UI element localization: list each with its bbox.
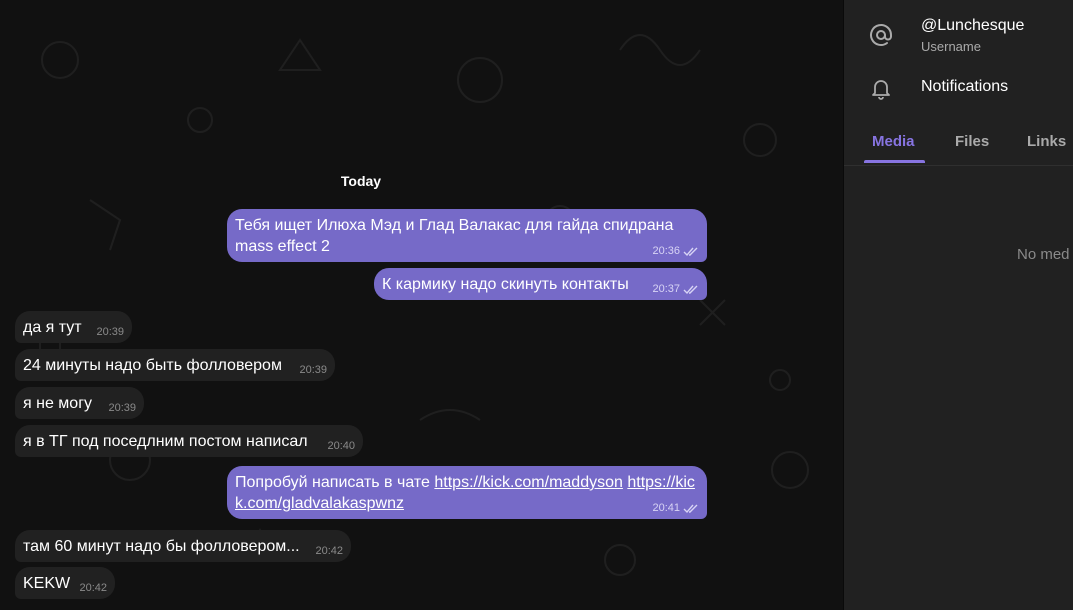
- username-row[interactable]: @Lunchesque Username: [844, 8, 1073, 64]
- message-time: 20:36: [652, 245, 680, 257]
- message-text: Попробуй написать в чате: [235, 474, 435, 491]
- double-check-icon: [683, 247, 699, 257]
- username-label: Username: [921, 39, 981, 54]
- message-text: К кармику надо скинуть контакты: [382, 276, 629, 293]
- message-incoming[interactable]: KEKW 20:42: [15, 567, 115, 599]
- active-tab-indicator: [864, 160, 925, 163]
- message-time: 20:42: [79, 582, 107, 594]
- message-outgoing[interactable]: К кармику надо скинуть контакты 20:37: [374, 268, 707, 300]
- shared-media-tabs: Media Files Links: [844, 125, 1073, 166]
- notifications-label: Notifications: [921, 78, 1009, 95]
- tab-links[interactable]: Links: [1027, 132, 1066, 152]
- message-meta: 20:40: [327, 440, 355, 453]
- username-value: @Lunchesque: [921, 17, 1025, 34]
- message-meta: 20:42: [315, 545, 343, 558]
- message-link[interactable]: https://kick.com/maddyson: [434, 474, 623, 491]
- empty-media-text: No med: [1017, 246, 1070, 263]
- date-separator: Today: [340, 173, 382, 189]
- message-incoming[interactable]: да я тут 20:39: [15, 311, 132, 343]
- message-text: да я тут: [23, 319, 82, 336]
- message-meta: 20:39: [108, 402, 136, 415]
- tab-files[interactable]: Files: [955, 132, 989, 152]
- message-time: 20:42: [315, 545, 343, 557]
- message-outgoing[interactable]: Попробуй написать в чате https://kick.co…: [227, 466, 707, 519]
- message-meta: 20:36: [652, 245, 699, 258]
- message-outgoing[interactable]: Тебя ищет Илюха Мэд и Глад Валакас для г…: [227, 209, 707, 262]
- message-meta: 20:39: [299, 364, 327, 377]
- message-meta: 20:39: [96, 326, 124, 339]
- tab-media[interactable]: Media: [872, 132, 915, 152]
- message-time: 20:41: [652, 502, 680, 514]
- message-text: 24 минуты надо быть фолловером: [23, 357, 282, 374]
- message-time: 20:39: [96, 326, 124, 338]
- message-meta: 20:41: [652, 502, 699, 515]
- telegram-window: Today Тебя ищет Илюха Мэд и Глад Валакас…: [0, 0, 1073, 610]
- notifications-row[interactable]: Notifications: [844, 60, 1073, 116]
- message-incoming[interactable]: там 60 минут надо бы фолловером... 20:42: [15, 530, 351, 562]
- at-icon: [869, 23, 893, 47]
- message-incoming[interactable]: я не могу 20:39: [15, 387, 144, 419]
- double-check-icon: [683, 285, 699, 295]
- message-incoming[interactable]: 24 минуты надо быть фолловером 20:39: [15, 349, 335, 381]
- message-time: 20:39: [299, 364, 327, 376]
- message-text: там 60 минут надо бы фолловером...: [23, 538, 300, 555]
- double-check-icon: [683, 504, 699, 514]
- message-text: я в ТГ под поседлним постом написал: [23, 433, 308, 450]
- message-incoming[interactable]: я в ТГ под поседлним постом написал 20:4…: [15, 425, 363, 457]
- chat-area[interactable]: Today Тебя ищет Илюха Мэд и Глад Валакас…: [0, 0, 843, 610]
- bell-icon: [869, 76, 893, 100]
- message-text: я не могу: [23, 395, 93, 412]
- profile-sidebar: @Lunchesque Username Notifications Media…: [843, 0, 1073, 610]
- message-time: 20:37: [652, 283, 680, 295]
- message-text: KEKW: [23, 575, 71, 592]
- message-text: Тебя ищет Илюха Мэд и Глад Валакас для г…: [235, 217, 674, 255]
- message-meta: 20:37: [652, 283, 699, 296]
- message-time: 20:39: [108, 402, 136, 414]
- message-meta: 20:42: [79, 582, 107, 595]
- message-time: 20:40: [327, 440, 355, 452]
